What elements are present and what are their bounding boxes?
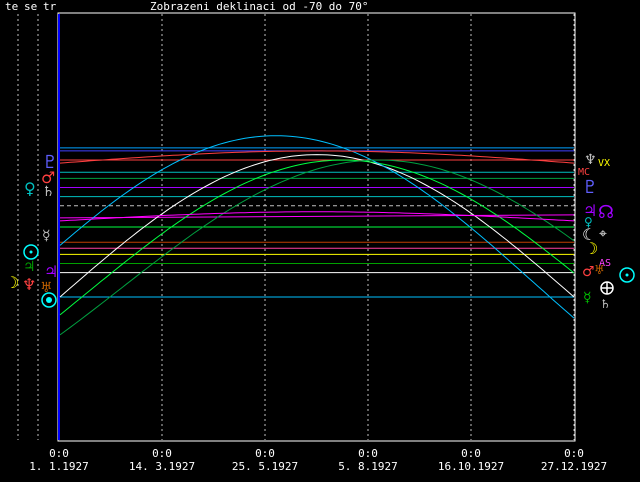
x-tick-date: 27.12.1927 <box>541 460 607 473</box>
x-tick-date: 16.10.1927 <box>438 460 504 473</box>
mars-right-glyph-icon: ♂ <box>582 264 595 280</box>
x-tick-time: 0:0 <box>49 447 69 460</box>
fortune-glyph-icon: ⌖ <box>599 226 607 242</box>
saturn-right-glyph-icon: ♄ <box>600 297 611 311</box>
neptune-right-glyph-icon: ♆ <box>584 152 597 168</box>
x-tick-time: 0:0 <box>358 447 378 460</box>
pluto-right-glyph-icon: ♇ <box>582 177 598 198</box>
x-tick-time: 0:0 <box>255 447 275 460</box>
declination-screen: te se tr Zobrazeni deklinaci od -70 do 7… <box>0 0 640 482</box>
x-tick-date: 14. 3.1927 <box>129 460 195 473</box>
moon-glyph-icon: ☽ <box>5 273 19 292</box>
x-tick-date: 1. 1.1927 <box>29 460 89 473</box>
uranus-right-glyph-icon: ♅ <box>594 263 605 277</box>
series-curve <box>59 159 575 316</box>
right-glyphs: ♆ VX MC ♇ ♃ ☊ ♀ ☾ ⌖ ☽ AS ♂ ♅ ☿ ♄ <box>578 152 635 311</box>
neptune-glyph-icon: ♆ <box>22 275 36 294</box>
series-curve <box>59 159 575 336</box>
x-axis-labels: 0:01. 1.19270:014. 3.19270:025. 5.19270:… <box>29 447 607 473</box>
saturn-small-glyph-icon: ♄ <box>42 184 55 200</box>
x-tick-date: 25. 5.1927 <box>232 460 298 473</box>
x-tick-date: 5. 8.1927 <box>338 460 398 473</box>
moon-yellow-right-icon: ☽ <box>584 239 598 258</box>
earth-glyph-icon: ♃ <box>23 259 36 275</box>
venus-glyph-icon: ♀ <box>24 179 36 198</box>
left-glyphs: ♇ ♂ ♀ ♄ ☿ ♃ ♃ ☽ ♆ ♅ <box>5 152 58 308</box>
mercury-right-glyph-icon: ☿ <box>583 290 592 306</box>
declination-chart: 0:01. 1.19270:014. 3.19270:025. 5.19270:… <box>5 12 635 473</box>
x-tick-time: 0:0 <box>461 447 481 460</box>
x-tick-time: 0:0 <box>152 447 172 460</box>
vx-label: VX <box>598 158 610 169</box>
node-glyph-icon: ☊ <box>598 202 614 223</box>
mercury-glyph-icon: ☿ <box>42 228 51 244</box>
x-tick-time: 0:0 <box>564 447 584 460</box>
series-group <box>59 135 575 336</box>
jupiter-glyph-icon: ♃ <box>44 262 58 281</box>
